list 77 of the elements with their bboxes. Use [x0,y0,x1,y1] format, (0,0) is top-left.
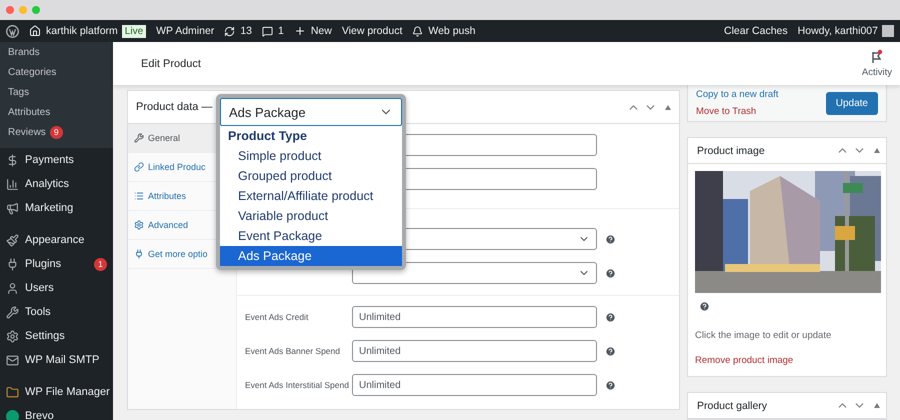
list-icon [134,191,144,201]
input-field[interactable]: Unlimited [352,374,597,396]
box-title: Product gallery [697,400,768,412]
menu-item[interactable]: Appearance [25,234,84,246]
mail-icon [6,354,19,366]
submenu-item[interactable]: Brands [8,46,40,58]
plugins-icon [6,258,19,270]
menu-item[interactable]: WP File Manager [25,386,110,398]
count-badge: 1 [94,258,107,270]
home-icon [29,25,41,37]
plug-icon [134,249,144,259]
refresh-icon [224,26,236,36]
marketing-icon [6,202,19,214]
wordpress-logo-icon[interactable] [6,24,19,38]
page-title: Edit Product [141,58,201,70]
menu-item[interactable]: WP Mail SMTP [25,354,100,366]
collapse-icon[interactable] [874,148,880,153]
menu-item[interactable]: Settings [25,330,65,342]
plus-icon [294,25,306,37]
wrench-icon [134,133,144,143]
menu-item[interactable]: Payments [25,154,74,166]
maximize-window-dot[interactable] [32,6,40,14]
copy-draft-link[interactable]: Copy to a new draft [696,89,778,100]
update-button[interactable]: Update [826,92,878,114]
input-field[interactable]: Unlimited [352,306,597,328]
site-name-link[interactable]: karthik platform [46,25,118,37]
activity-label[interactable]: Activity [862,67,892,78]
submenu-item[interactable]: Reviews [8,126,46,138]
flag-icon[interactable] [870,49,884,65]
settings-icon [6,330,19,342]
remove-image-link[interactable]: Remove product image [695,355,879,366]
select-field[interactable] [352,262,597,284]
web-push-link[interactable]: Web push [428,25,476,37]
field-label: Event Ads Interstitial Spend [245,380,350,390]
users-icon [6,282,19,294]
view-product-link[interactable]: View product [342,25,402,37]
gear-icon [134,220,144,230]
count-badge: 9 [50,126,63,138]
analytics-icon [6,178,19,190]
dropdown-option[interactable]: Ads Package [220,246,402,266]
adminer-link[interactable]: WP Adminer [156,25,214,37]
submenu-item[interactable]: Tags [8,86,30,98]
help-icon [699,301,710,312]
updates-count[interactable]: 13 [240,25,252,37]
appearance-icon [6,234,19,246]
menu-item[interactable]: Tools [25,306,51,318]
brevo-logo-icon [6,410,19,420]
howdy-link[interactable]: Howdy, karthi007 [798,25,878,37]
trash-link[interactable]: Move to Trash [696,106,778,117]
input-field[interactable]: Unlimited [352,340,597,362]
menu-item[interactable]: Plugins [25,258,62,270]
collapse-icon[interactable] [665,104,671,110]
folder-icon [6,386,19,398]
minimize-window-dot[interactable] [19,6,27,14]
panel-title: Product data — [136,101,212,113]
bell-icon [412,26,424,36]
close-window-dot[interactable] [6,6,14,14]
comment-icon [262,26,273,36]
payments-icon [6,154,19,166]
image-caption: Click the image to edit or update [695,330,832,341]
new-link[interactable]: New [310,25,332,37]
menu-item[interactable]: Marketing [25,202,74,214]
menu-item[interactable]: Brevo [25,410,54,420]
live-badge: Live [122,24,146,38]
field-label: Event Ads Banner Spend [245,346,341,356]
comments-count[interactable]: 1 [278,25,284,37]
collapse-icon[interactable] [874,403,880,408]
clear-caches-link[interactable]: Clear Caches [724,25,788,37]
tools-icon [6,306,19,318]
box-title: Product image [697,144,765,156]
link-icon [134,162,144,172]
product-type-select[interactable]: Ads Package [220,98,402,126]
field-label: Event Ads Credit [245,312,310,322]
menu-item[interactable]: Users [25,282,54,294]
submenu-item[interactable]: Categories [8,66,56,78]
submenu-item[interactable]: Attributes [8,106,50,118]
menu-item[interactable]: Analytics [25,178,70,190]
